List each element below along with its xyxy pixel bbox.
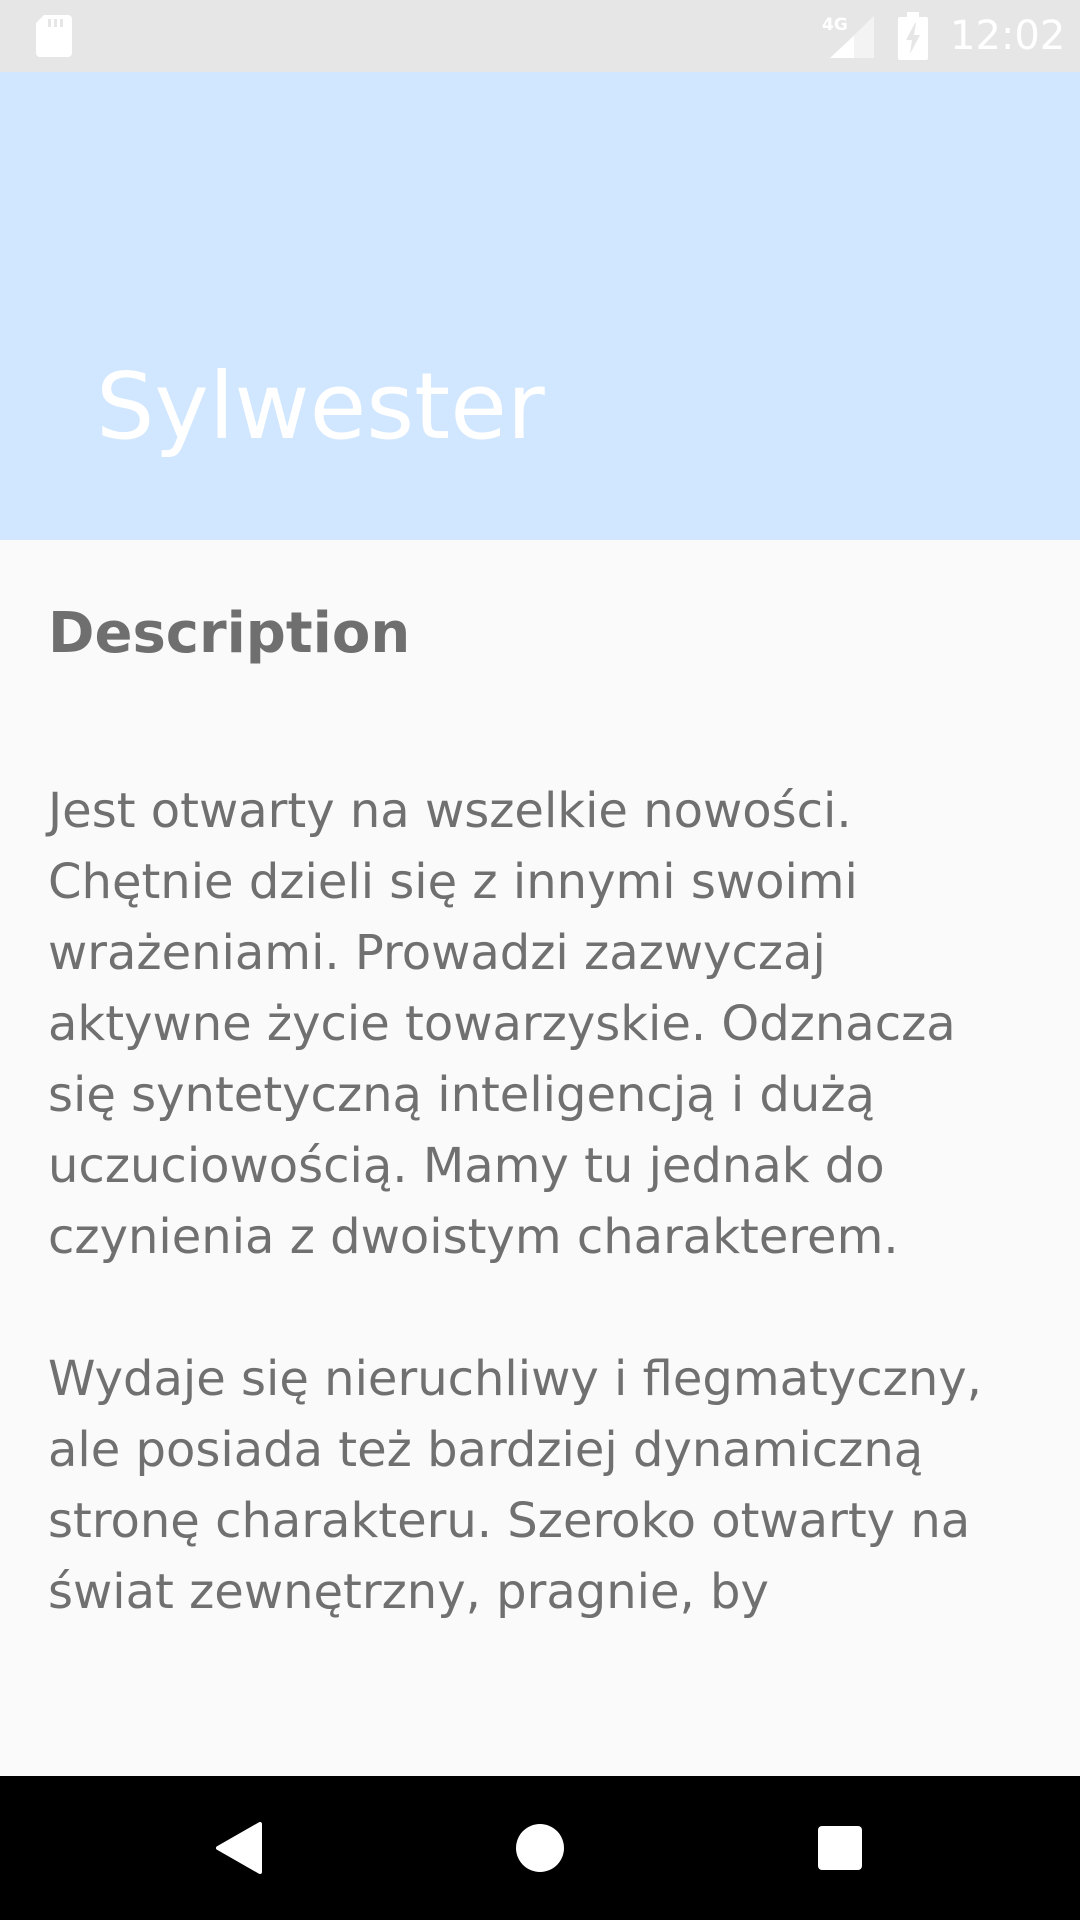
section-heading: Description (48, 601, 411, 666)
status-time: 12:02 (950, 13, 1066, 59)
battery-charging-icon (898, 12, 928, 60)
navigation-bar (0, 1776, 1080, 1920)
network-type-label: 4G (822, 15, 848, 35)
home-circle-icon (516, 1824, 564, 1872)
sd-card-icon (36, 15, 72, 57)
page-title: Sylwester (96, 353, 545, 460)
screen: 4G 12:02 Sylwester Description Jest otwa… (0, 0, 1080, 1920)
description-paragraph: Jest otwarty na wszelkie nowości. Chętni… (48, 783, 956, 1265)
app-bar: Sylwester (0, 72, 1080, 540)
signal-4g-icon: 4G (822, 15, 874, 58)
description-text: Jest otwarty na wszelkie nowości. Chętni… (48, 776, 1008, 1699)
description-paragraph: Wydaje się nieruchliwy i flegmatyczny, a… (48, 1351, 982, 1620)
status-bar: 4G 12:02 (0, 0, 1080, 72)
home-button[interactable] (496, 1804, 584, 1892)
recents-button[interactable] (796, 1804, 884, 1892)
recents-square-icon (818, 1826, 862, 1870)
content-scroll-area[interactable]: Description Jest otwarty na wszelkie now… (0, 540, 1080, 1776)
back-triangle-icon (216, 1822, 262, 1874)
back-button[interactable] (196, 1804, 284, 1892)
